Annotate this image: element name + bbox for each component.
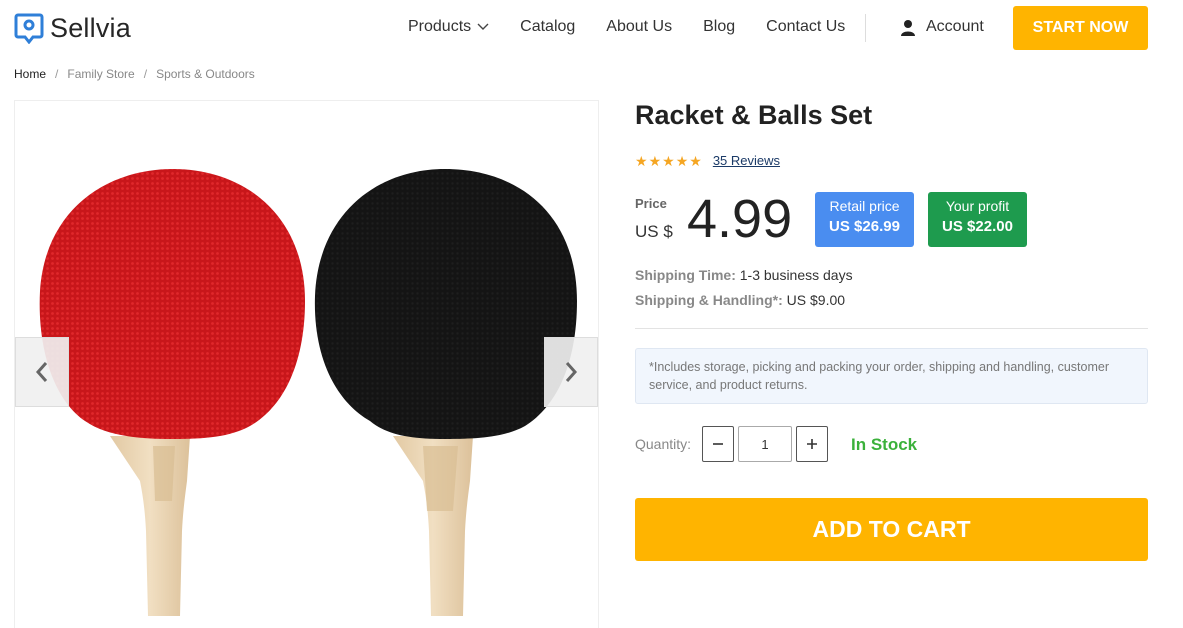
product-rating: ★ ★ ★ ★ ★ 35 Reviews bbox=[635, 153, 780, 168]
main-nav: Products Catalog About Us Blog Contact U… bbox=[408, 18, 876, 36]
shipping-note: *Includes storage, picking and packing y… bbox=[635, 348, 1148, 404]
brand-name: Sellvia bbox=[50, 12, 131, 43]
quantity-decrease-button[interactable] bbox=[702, 426, 734, 462]
shipping-handling: Shipping & Handling*: US $9.00 bbox=[635, 292, 845, 308]
star-icon: ★ bbox=[689, 152, 702, 169]
gallery-prev-button[interactable] bbox=[15, 337, 69, 407]
site-header: Sellvia Products Catalog About Us Blog C… bbox=[0, 0, 1183, 56]
map-pin-icon bbox=[14, 13, 44, 44]
nav-item-blog[interactable]: Blog bbox=[703, 18, 735, 36]
breadcrumb: Home / Family Store / Sports & Outdoors bbox=[14, 67, 255, 81]
chevron-right-icon bbox=[565, 362, 578, 382]
price-currency: US $ bbox=[635, 222, 673, 241]
star-icon: ★ bbox=[675, 152, 689, 169]
nav-item-catalog[interactable]: Catalog bbox=[520, 18, 575, 36]
shipping-time-value: 1-3 business days bbox=[739, 267, 853, 283]
chevron-down-icon bbox=[477, 18, 489, 36]
breadcrumb-separator: / bbox=[143, 67, 148, 81]
shipping-time: Shipping Time: 1-3 business days bbox=[635, 267, 853, 283]
nav-item-contact[interactable]: Contact Us bbox=[766, 18, 845, 36]
price-value: 4.99 bbox=[687, 189, 793, 249]
nav-item-label: Products bbox=[408, 18, 472, 35]
product-image bbox=[39, 169, 577, 616]
divider bbox=[635, 328, 1148, 329]
account-label: Account bbox=[926, 18, 984, 35]
nav-item-about[interactable]: About Us bbox=[606, 18, 672, 36]
stock-status: In Stock bbox=[851, 435, 918, 454]
reviews-link[interactable]: 35 Reviews bbox=[713, 153, 780, 168]
gallery-next-button[interactable] bbox=[544, 337, 598, 407]
star-icon: ★ bbox=[635, 152, 648, 169]
profit-value: US $22.00 bbox=[942, 218, 1013, 235]
shipping-handling-value: US $9.00 bbox=[786, 292, 846, 308]
breadcrumb-separator: / bbox=[55, 67, 59, 81]
account-link[interactable]: Account bbox=[900, 18, 984, 36]
retail-price-value: US $26.99 bbox=[829, 218, 900, 235]
product-title: Racket & Balls Set bbox=[635, 100, 873, 130]
nav-item-products[interactable]: Products bbox=[408, 18, 489, 36]
shipping-handling-label: Shipping & Handling*: bbox=[635, 292, 783, 308]
retail-price-badge: Retail price US $26.99 bbox=[815, 192, 914, 247]
breadcrumb-sports-outdoors[interactable]: Sports & Outdoors bbox=[156, 67, 255, 81]
chevron-left-icon bbox=[35, 362, 48, 382]
nav-divider bbox=[865, 14, 866, 42]
quantity-input[interactable] bbox=[738, 426, 792, 462]
breadcrumb-family-store[interactable]: Family Store bbox=[67, 67, 134, 81]
quantity-label: Quantity: bbox=[635, 436, 692, 452]
add-to-cart-button[interactable]: ADD TO CART bbox=[635, 498, 1148, 561]
retail-price-label: Retail price bbox=[829, 198, 900, 214]
minus-icon bbox=[713, 443, 723, 445]
logo[interactable]: Sellvia bbox=[14, 12, 131, 44]
star-icon: ★ bbox=[648, 152, 662, 169]
start-now-button[interactable]: START NOW bbox=[1013, 6, 1148, 50]
profit-badge: Your profit US $22.00 bbox=[928, 192, 1027, 247]
price-label: Price bbox=[635, 196, 667, 211]
quantity-increase-button[interactable] bbox=[796, 426, 828, 462]
profit-label: Your profit bbox=[945, 198, 1010, 214]
product-gallery bbox=[14, 100, 599, 628]
star-icon: ★ bbox=[662, 152, 675, 169]
plus-icon bbox=[807, 439, 817, 449]
shipping-time-label: Shipping Time: bbox=[635, 267, 736, 283]
star-rating: ★ ★ ★ ★ ★ bbox=[635, 154, 703, 168]
user-icon bbox=[901, 19, 915, 36]
breadcrumb-home[interactable]: Home bbox=[14, 67, 46, 81]
